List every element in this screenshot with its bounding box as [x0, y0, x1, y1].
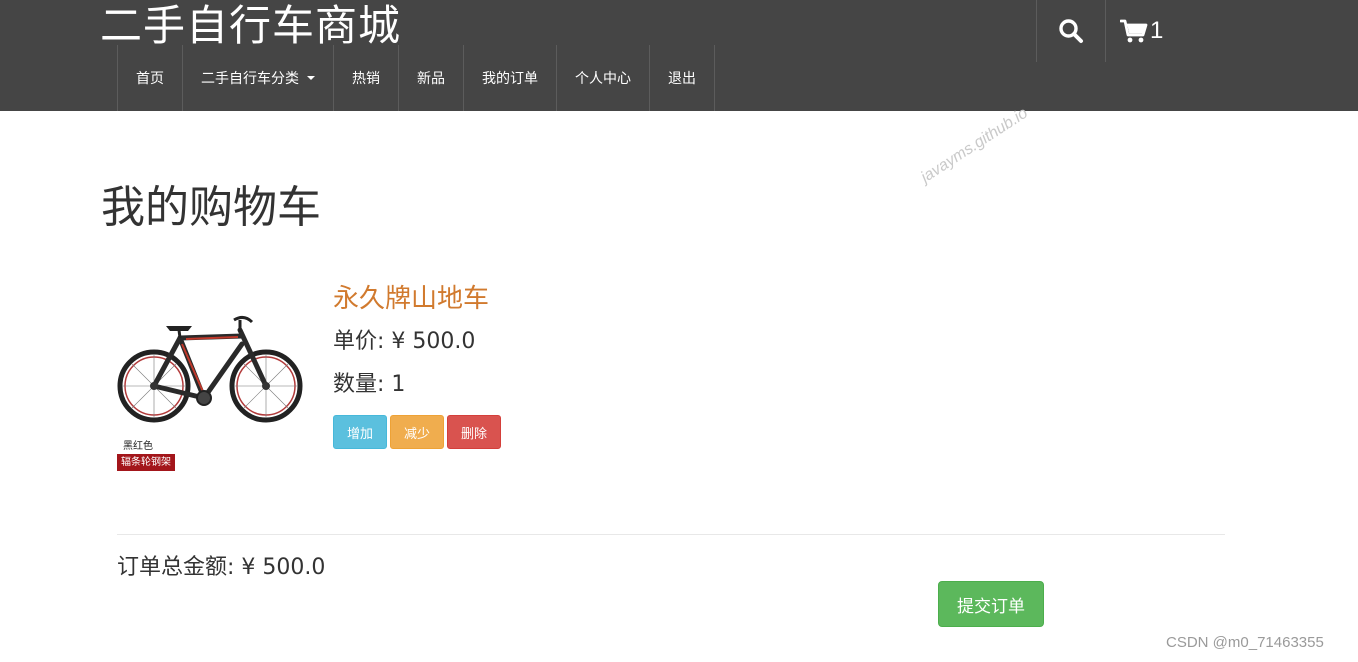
shopping-cart-icon — [1120, 19, 1148, 43]
watermark: javayms.github.io — [918, 104, 1031, 187]
cart-item-actions: 增加 减少 删除 — [333, 415, 501, 449]
page-title: 我的购物车 — [101, 182, 321, 233]
nav-item-label: 我的订单 — [482, 71, 538, 87]
submit-order-button[interactable]: 提交订单 — [938, 581, 1044, 627]
nav-item-home[interactable]: 首页 — [118, 45, 183, 111]
increase-button[interactable]: 增加 — [333, 415, 387, 449]
product-image[interactable]: 黑红色 辐条轮钢架 — [116, 306, 308, 474]
divider — [117, 534, 1225, 535]
nav-item-label: 首页 — [136, 71, 164, 87]
chevron-down-icon — [307, 76, 315, 80]
nav-item-profile[interactable]: 个人中心 — [557, 45, 650, 111]
header-tools: 1 — [1036, 0, 1175, 62]
order-total: 订单总金额: ¥ 500.0 — [117, 555, 326, 580]
product-spec-badge: 辐条轮钢架 — [117, 454, 175, 471]
main-nav: 首页 二手自行车分类 热销 新品 我的订单 个人中心 退出 — [117, 45, 715, 111]
top-navbar: 二手自行车商城 首页 二手自行车分类 热销 新品 我的订单 个人中心 退出 1 — [0, 0, 1358, 111]
product-quantity: 数量: 1 — [333, 372, 406, 397]
nav-item-hot[interactable]: 热销 — [334, 45, 399, 111]
product-price: 单价: ¥ 500.0 — [333, 329, 476, 354]
delete-button[interactable]: 删除 — [447, 415, 501, 449]
nav-item-orders[interactable]: 我的订单 — [464, 45, 557, 111]
source-credit: CSDN @m0_71463355 — [1166, 634, 1324, 651]
nav-item-new[interactable]: 新品 — [399, 45, 464, 111]
nav-item-categories[interactable]: 二手自行车分类 — [183, 45, 334, 111]
nav-item-logout[interactable]: 退出 — [650, 45, 715, 111]
decrease-button[interactable]: 减少 — [390, 415, 444, 449]
search-button[interactable] — [1036, 0, 1105, 62]
nav-item-label: 新品 — [417, 71, 445, 87]
search-icon — [1059, 19, 1083, 43]
product-color-label: 黑红色 — [123, 441, 153, 452]
nav-item-label: 二手自行车分类 — [201, 71, 299, 87]
nav-item-label: 个人中心 — [575, 71, 631, 87]
cart-count-badge: 1 — [1150, 17, 1164, 44]
nav-item-label: 退出 — [668, 71, 696, 87]
nav-item-label: 热销 — [352, 71, 380, 87]
product-name[interactable]: 永久牌山地车 — [333, 282, 489, 316]
cart-button[interactable]: 1 — [1105, 0, 1175, 62]
